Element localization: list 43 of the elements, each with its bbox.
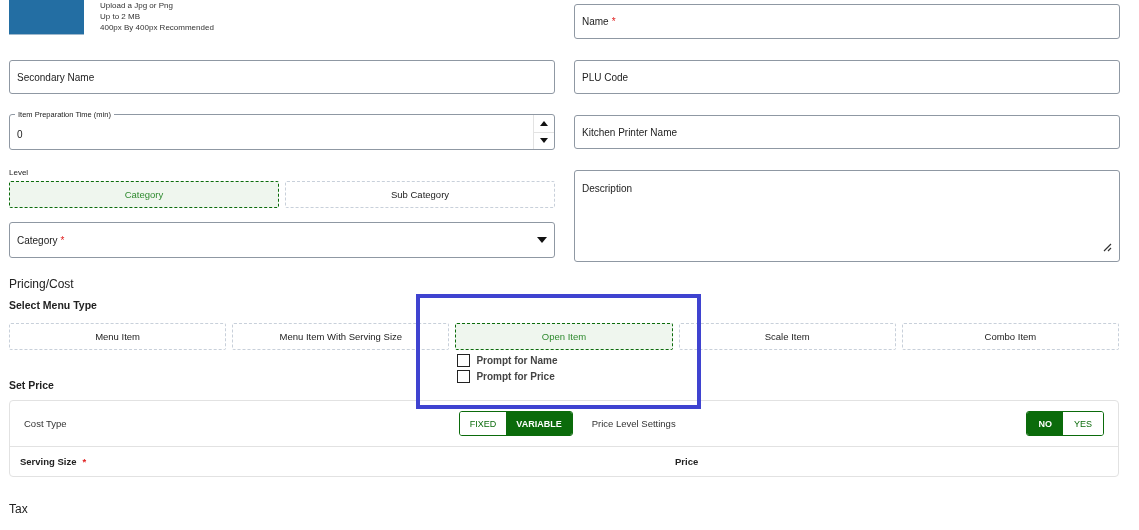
- input-field[interactable]: Name *: [574, 4, 1120, 39]
- image-placeholder[interactable]: [9, 0, 84, 35]
- column-header: Serving Size *: [20, 456, 88, 467]
- field-label: Name *: [582, 16, 616, 27]
- level-label: Level: [9, 168, 30, 177]
- upload-hint: 400px By 400px Recommended: [100, 22, 214, 33]
- field-label: Description: [582, 183, 633, 194]
- upload-hint: Upload a Jpg or Png: [100, 0, 174, 11]
- field-label: Secondary Name: [17, 71, 95, 83]
- menu-type-option[interactable]: Scale Item: [678, 323, 896, 350]
- input-field[interactable]: Kitchen Printer Name: [574, 115, 1120, 149]
- category-select[interactable]: Category *: [9, 222, 555, 258]
- price-level-label: Price Level Settings: [591, 418, 677, 429]
- prompt-checkbox[interactable]: Prompt for Name: [457, 354, 673, 367]
- level-option[interactable]: Category: [9, 181, 279, 208]
- section-heading: Tax: [9, 502, 29, 516]
- description-textarea[interactable]: Description: [574, 170, 1120, 262]
- field-label: PLU Code: [582, 71, 629, 83]
- field-value: 0: [17, 128, 23, 140]
- input-field[interactable]: PLU Code: [574, 60, 1120, 94]
- column-header: Price: [675, 456, 700, 467]
- menu-type-option[interactable]: Menu Item With Serving Size: [232, 323, 450, 350]
- set-price-heading: Set Price: [9, 379, 55, 391]
- cost-type-option[interactable]: VARIABLE: [506, 412, 572, 435]
- field-label: Kitchen Printer Name: [582, 126, 678, 138]
- menu-type-label: Select Menu Type: [9, 299, 98, 311]
- level-option[interactable]: Sub Category: [285, 181, 555, 208]
- checkbox-square[interactable]: [457, 370, 471, 383]
- cost-type-label: Cost Type: [24, 418, 68, 429]
- resize-handle-icon[interactable]: [1103, 243, 1112, 252]
- increment-icon[interactable]: [540, 120, 548, 126]
- decrement-icon[interactable]: [540, 138, 548, 144]
- section-heading: Pricing/Cost: [9, 277, 75, 291]
- upload-hint: Up to 2 MB: [100, 11, 141, 22]
- menu-type-option[interactable]: Open Item: [455, 323, 673, 350]
- menu-type-option[interactable]: Combo Item: [901, 323, 1119, 350]
- price-level-option[interactable]: NO: [1027, 412, 1063, 435]
- menu-type-option[interactable]: Menu Item: [9, 323, 227, 350]
- input-field[interactable]: Secondary Name: [9, 60, 555, 94]
- field-label: Category *: [17, 234, 65, 246]
- prompt-checkbox[interactable]: Prompt for Price: [457, 370, 673, 383]
- dropdown-caret-icon[interactable]: [537, 237, 547, 243]
- checkbox-square[interactable]: [457, 354, 471, 367]
